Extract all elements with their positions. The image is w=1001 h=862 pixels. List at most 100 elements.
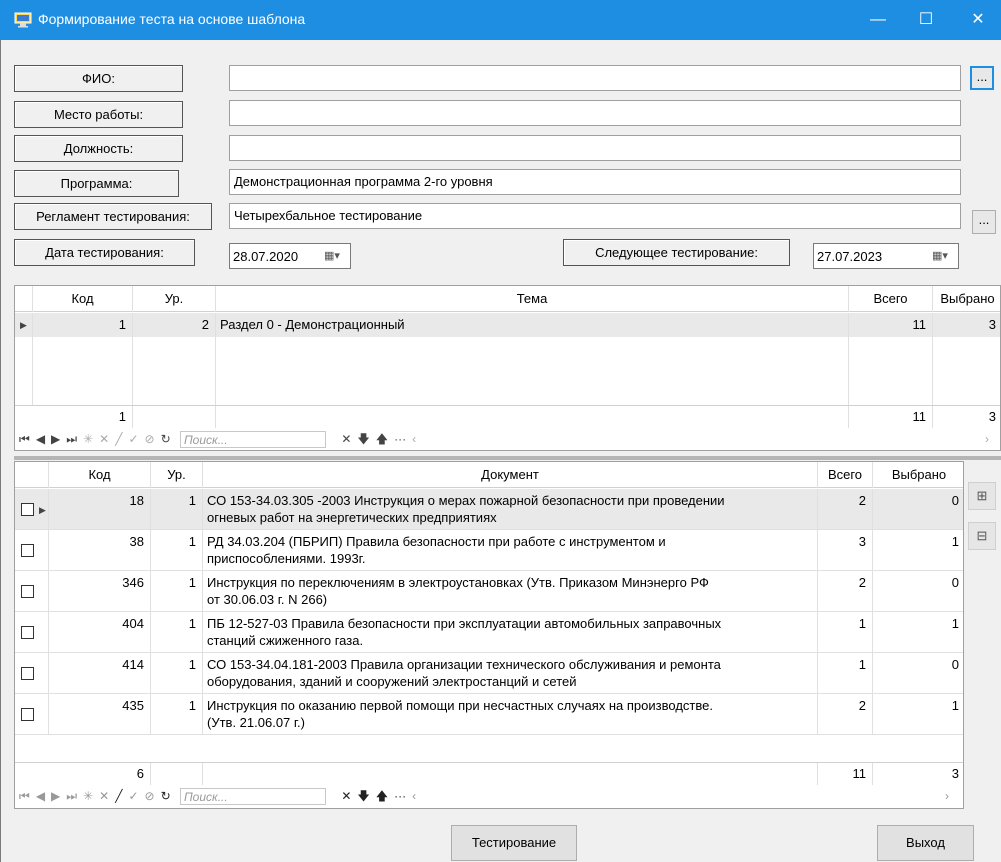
row-checkbox[interactable] xyxy=(21,708,34,721)
row-checkbox[interactable] xyxy=(21,503,34,516)
table-row[interactable]: 435 1 Инструкция по оказанию первой помощи… xyxy=(15,694,963,735)
test-date-value: 28.07.2020 xyxy=(233,249,299,264)
cancel-icon[interactable]: ⊘ xyxy=(145,786,155,806)
cell-code: 1 xyxy=(33,313,133,337)
row-check-cell xyxy=(15,530,49,571)
find-prev-icon[interactable]: 🡅 xyxy=(376,429,388,449)
insert-icon[interactable]: ✳ xyxy=(83,786,93,806)
workplace-field[interactable] xyxy=(229,100,961,126)
test-date-label[interactable]: Дата тестирования: xyxy=(14,239,195,266)
header-indicator xyxy=(15,286,33,312)
empty-rows-area xyxy=(15,337,1000,405)
scroll-right-icon[interactable]: › xyxy=(945,786,949,806)
footer-selected: 3 xyxy=(951,766,959,781)
header-total[interactable]: Всего xyxy=(849,286,933,312)
next-record-icon[interactable]: ▶ xyxy=(51,786,60,806)
row-checkbox[interactable] xyxy=(21,544,34,557)
cancel-icon[interactable]: ⊘ xyxy=(145,429,155,449)
cell-selected: 3 xyxy=(988,317,996,332)
header-document[interactable]: Документ xyxy=(203,462,818,488)
scroll-right-icon[interactable]: › xyxy=(985,429,989,449)
delete-icon[interactable]: ✕ xyxy=(99,786,109,806)
first-record-icon[interactable]: ⏮ xyxy=(19,429,30,449)
header-level[interactable]: Ур. xyxy=(151,462,203,488)
refresh-icon[interactable]: ↻ xyxy=(161,429,171,449)
regulation-select-button[interactable]: ... xyxy=(972,210,996,234)
last-record-icon[interactable]: ⏭ xyxy=(66,786,77,806)
position-field[interactable] xyxy=(229,135,961,161)
table-row[interactable]: 38 1 РД 34.03.204 (ПБРИП) Правила безопасн… xyxy=(15,530,963,571)
table-row[interactable]: ▶ 18 1 СО 153-34.03.305 -2003 Инструкция о … xyxy=(15,489,963,530)
header-total[interactable]: Всего xyxy=(818,462,873,488)
insert-icon[interactable]: ✳ xyxy=(83,429,93,449)
table-row[interactable]: ▶ 1 2 Раздел 0 - Демонстрационный 11 3 xyxy=(15,313,1000,337)
position-label[interactable]: Должность: xyxy=(14,135,183,162)
find-prev-icon[interactable]: 🡅 xyxy=(376,786,388,806)
calendar-dropdown-icon[interactable]: ▦▾ xyxy=(324,248,346,264)
minimize-button[interactable]: — xyxy=(855,0,901,40)
more-icon[interactable]: ··· xyxy=(394,786,406,806)
header-topic[interactable]: Тема xyxy=(216,286,849,312)
add-documents-icon[interactable]: ⊞ xyxy=(968,482,996,510)
delete-icon[interactable]: ✕ xyxy=(99,429,109,449)
testing-button[interactable]: Тестирование xyxy=(451,825,577,861)
table-row[interactable]: 346 1 Инструкция по переключениям в электр… xyxy=(15,571,963,612)
document-title-continuation: приспособлениями. 1993г. xyxy=(207,551,366,566)
header-code[interactable]: Код xyxy=(33,286,133,312)
exit-button[interactable]: Выход xyxy=(877,825,974,861)
refresh-icon[interactable]: ↻ xyxy=(161,786,171,806)
clear-search-icon[interactable]: ✕ xyxy=(341,786,351,806)
next-test-date-picker[interactable]: 27.07.2023 ▦▾ xyxy=(813,243,959,269)
window-title: Формирование теста на основе шаблона xyxy=(38,11,306,27)
row-pointer-icon: ▶ xyxy=(15,313,33,337)
fio-field[interactable] xyxy=(229,65,961,91)
calendar-dropdown-icon[interactable]: ▦▾ xyxy=(932,248,954,264)
row-checkbox[interactable] xyxy=(21,667,34,680)
find-next-icon[interactable]: 🡇 xyxy=(357,786,369,806)
next-record-icon[interactable]: ▶ xyxy=(51,429,60,449)
edit-icon[interactable]: ╱ xyxy=(115,786,122,806)
program-field: Демонстрационная программа 2-го уровня xyxy=(229,169,961,195)
more-icon[interactable]: ··· xyxy=(394,429,406,449)
cell-total: 2 xyxy=(818,571,873,612)
workplace-label[interactable]: Место работы: xyxy=(14,101,183,128)
remove-documents-icon[interactable]: ⊟ xyxy=(968,522,996,550)
splitter[interactable] xyxy=(14,456,1001,460)
row-checkbox[interactable] xyxy=(21,585,34,598)
post-icon[interactable]: ✓ xyxy=(128,429,138,449)
next-test-label[interactable]: Следующее тестирование: xyxy=(563,239,790,266)
table-row[interactable]: 404 1 ПБ 12-527-03 Правила безопасности пр… xyxy=(15,612,963,653)
program-label[interactable]: Программа: xyxy=(14,170,179,197)
table-row[interactable]: 414 1 СО 153-34.04.181-2003 Правила органи… xyxy=(15,653,963,694)
scroll-left-icon[interactable]: ‹ xyxy=(412,429,416,449)
maximize-button[interactable]: ☐ xyxy=(903,0,949,40)
document-title-line: СО 153-34.04.181-2003 Правила организаци… xyxy=(207,657,721,672)
header-level[interactable]: Ур. xyxy=(133,286,216,312)
documents-search-input[interactable]: Поиск... xyxy=(179,788,326,806)
documents-grid: Код Ур. Документ Всего Выбрано ▶ 18 1 СО 15… xyxy=(14,461,964,809)
last-record-icon[interactable]: ⏭ xyxy=(66,429,77,449)
cell-level: 1 xyxy=(151,694,203,735)
header-selected[interactable]: Выбрано xyxy=(873,462,963,488)
edit-icon[interactable]: ╱ xyxy=(115,429,122,449)
fio-select-button[interactable]: ... xyxy=(970,66,994,90)
cell-selected: 1 xyxy=(951,698,959,713)
test-date-picker[interactable]: 28.07.2020 ▦▾ xyxy=(229,243,351,269)
post-icon[interactable]: ✓ xyxy=(128,786,138,806)
documents-navigator: ⏮ ◀ ▶ ⏭ ✳ ✕ ╱ ✓ ⊘ ↻ Поиск... ✕ 🡇 🡅 ··· ‹ › xyxy=(19,786,959,806)
header-selected[interactable]: Выбрано xyxy=(933,286,1000,312)
find-next-icon[interactable]: 🡇 xyxy=(357,429,369,449)
clear-search-icon[interactable]: ✕ xyxy=(341,429,351,449)
prev-record-icon[interactable]: ◀ xyxy=(36,786,45,806)
cell-level: 1 xyxy=(151,530,203,571)
scroll-left-icon[interactable]: ‹ xyxy=(412,786,416,806)
row-checkbox[interactable] xyxy=(21,626,34,639)
close-button[interactable]: ✕ xyxy=(955,0,1001,40)
fio-label[interactable]: ФИО: xyxy=(14,65,183,92)
prev-record-icon[interactable]: ◀ xyxy=(36,429,45,449)
row-check-cell: ▶ xyxy=(15,489,49,530)
regulation-label[interactable]: Регламент тестирования: xyxy=(14,203,212,230)
first-record-icon[interactable]: ⏮ xyxy=(19,786,30,806)
header-code[interactable]: Код xyxy=(49,462,151,488)
topics-search-input[interactable]: Поиск... xyxy=(179,431,326,449)
